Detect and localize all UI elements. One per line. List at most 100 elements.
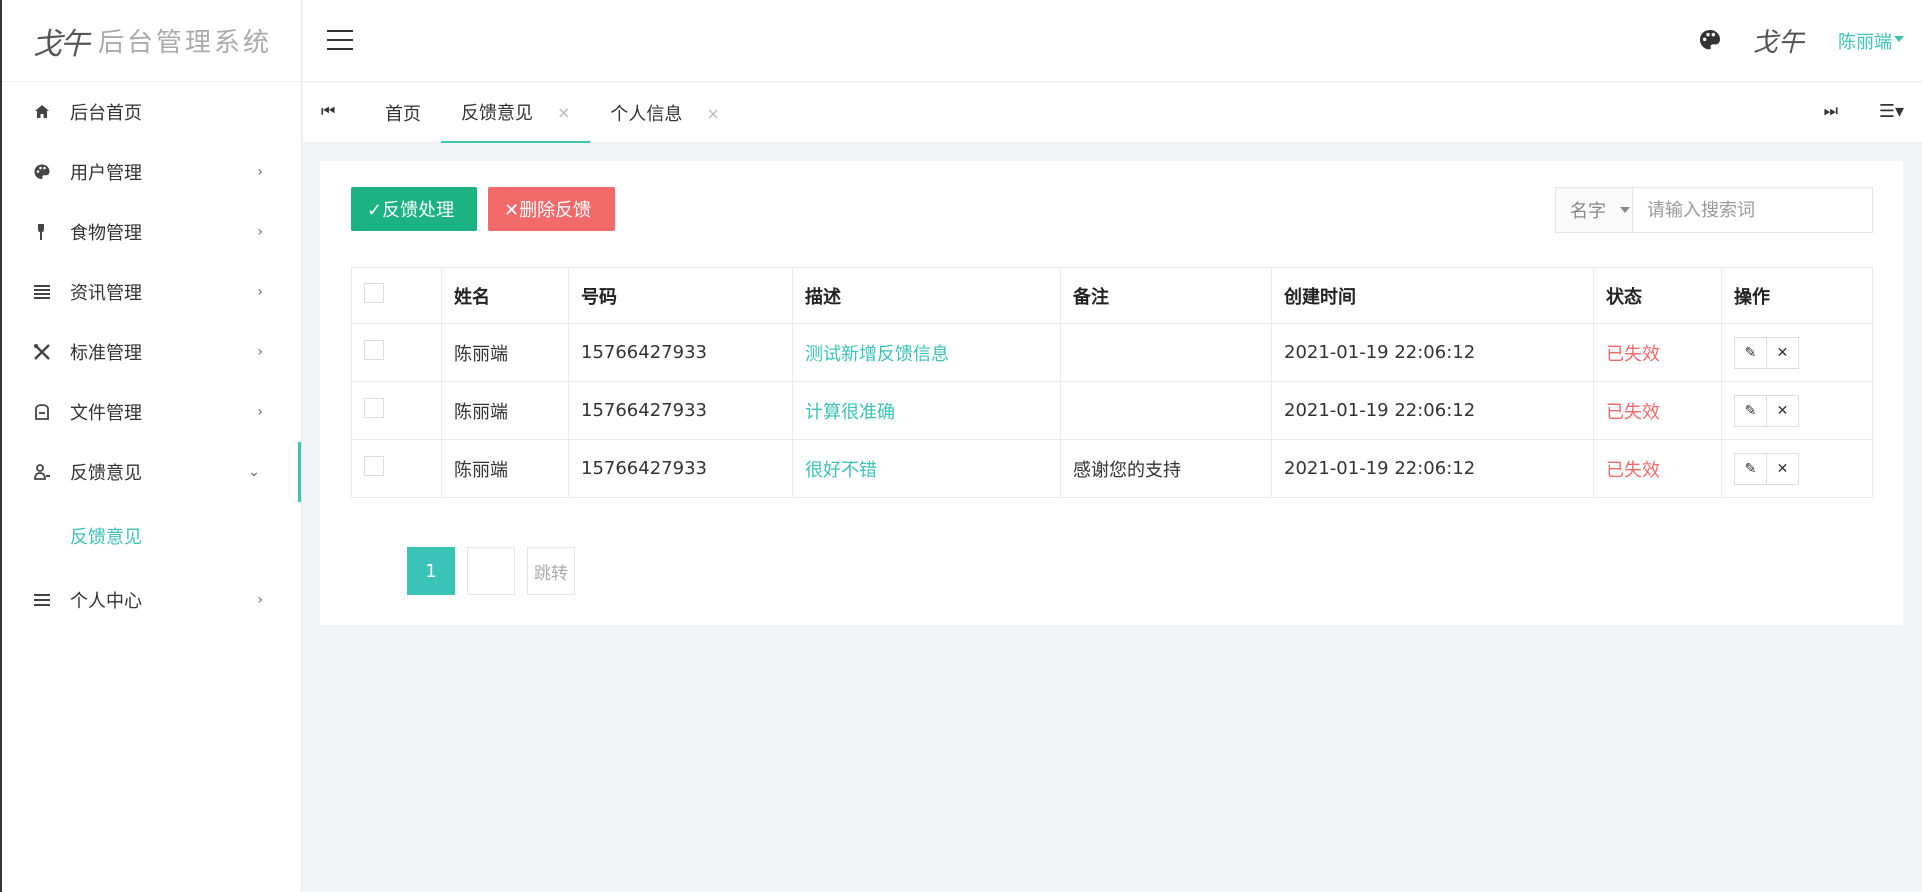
- cell-description-link[interactable]: 计算很准确: [792, 381, 1061, 440]
- tab-home[interactable]: 首页: [365, 83, 441, 143]
- chevron-right-icon: ›: [257, 592, 263, 608]
- logo-title: 后台管理系统: [98, 28, 273, 58]
- cell-created-time: 2021-01-19 22:06:12: [1271, 381, 1594, 440]
- page-jump-button[interactable]: 跳转: [527, 547, 575, 595]
- sidebar: 戈午 后台管理系统 后台首页 用户管理 › 食物管理 › 资讯管理 › 标准管理: [0, 0, 302, 892]
- cell-name: 陈丽端: [441, 381, 569, 440]
- delete-icon[interactable]: ✕: [1766, 394, 1799, 427]
- process-feedback-button[interactable]: ✓反馈处理: [351, 187, 477, 231]
- sidebar-item-label: 文件管理: [70, 403, 142, 424]
- table-row: 陈丽端 15766427933 测试新增反馈信息 2021-01-19 22:0…: [351, 323, 1873, 382]
- cell-name: 陈丽端: [441, 439, 569, 498]
- tools-icon: [32, 342, 52, 362]
- close-icon[interactable]: ×: [706, 104, 719, 123]
- logo: 戈午 后台管理系统: [2, 0, 301, 82]
- cell-created-time: 2021-01-19 22:06:12: [1271, 323, 1594, 382]
- sidebar-item-label: 后台首页: [70, 103, 142, 124]
- palette-icon: [32, 162, 52, 182]
- cell-phone: 15766427933: [568, 323, 793, 382]
- status-badge: 已失效: [1593, 381, 1722, 440]
- sidebar-toggle-icon[interactable]: [327, 30, 353, 50]
- sidebar-item-profile-center[interactable]: 个人中心 ›: [2, 570, 301, 630]
- search-input[interactable]: [1633, 188, 1872, 232]
- delete-feedback-button[interactable]: ✕删除反馈: [488, 187, 615, 231]
- theme-palette-icon[interactable]: [1698, 28, 1722, 52]
- status-badge: 已失效: [1593, 323, 1722, 382]
- row-select-cell: [351, 439, 442, 498]
- row-select-cell: [351, 323, 442, 382]
- row-checkbox[interactable]: [364, 398, 384, 418]
- sidebar-item-files[interactable]: 文件管理 ›: [2, 382, 301, 442]
- tab-scroll-left-icon[interactable]: ⏮: [321, 101, 335, 121]
- submenu-item-feedback[interactable]: 反馈意见: [2, 502, 301, 570]
- sidebar-item-feedback[interactable]: 反馈意见 ⌄: [2, 442, 301, 502]
- search-box: 名字: [1555, 187, 1873, 233]
- sidebar-item-label: 用户管理: [70, 163, 142, 184]
- cell-description-link[interactable]: 测试新增反馈信息: [792, 323, 1061, 382]
- table-header-row: 姓名 号码 描述 备注 创建时间 状态 操作: [351, 267, 1873, 324]
- sidebar-item-standards[interactable]: 标准管理 ›: [2, 322, 301, 382]
- row-select-cell: [351, 381, 442, 440]
- tabs: 首页 反馈意见 × 个人信息 ×: [365, 83, 740, 143]
- pagination: 1 跳转: [407, 547, 575, 595]
- column-header-description: 描述: [792, 267, 1061, 324]
- chevron-right-icon: ›: [257, 284, 263, 300]
- user-dropdown-caret-icon[interactable]: [1894, 36, 1904, 42]
- close-icon[interactable]: ×: [557, 103, 570, 122]
- sidebar-item-label: 反馈意见: [70, 463, 142, 484]
- cell-name: 陈丽端: [441, 323, 569, 382]
- tab-options-menu-icon[interactable]: ☰▾: [1879, 101, 1904, 122]
- sidebar-item-label: 标准管理: [70, 343, 142, 364]
- select-all-checkbox[interactable]: [364, 283, 384, 303]
- edit-icon[interactable]: ✎: [1734, 336, 1767, 369]
- fork-icon: [32, 222, 52, 242]
- page-jump-input[interactable]: [467, 547, 515, 595]
- tab-profile[interactable]: 个人信息 ×: [590, 83, 739, 143]
- tab-label: 个人信息: [610, 104, 683, 125]
- sidebar-item-food[interactable]: 食物管理 ›: [2, 202, 301, 262]
- row-checkbox[interactable]: [364, 456, 384, 476]
- sidebar-item-label: 食物管理: [70, 223, 142, 244]
- tab-label: 首页: [385, 104, 421, 125]
- cell-phone: 15766427933: [568, 381, 793, 440]
- tab-bar: ⏮ 首页 反馈意见 × 个人信息 × ⏭ ☰▾: [303, 83, 1922, 143]
- sidebar-item-dashboard[interactable]: 后台首页: [2, 82, 301, 142]
- column-header-actions: 操作: [1721, 267, 1873, 324]
- avatar[interactable]: 戈午: [1752, 14, 1804, 66]
- cell-actions: ✎ ✕: [1721, 439, 1873, 498]
- cell-phone: 15766427933: [568, 439, 793, 498]
- tab-scroll-right-icon[interactable]: ⏭: [1824, 101, 1838, 121]
- column-header-phone: 号码: [568, 267, 793, 324]
- sidebar-item-label: 个人中心: [70, 591, 142, 612]
- edit-icon[interactable]: ✎: [1734, 394, 1767, 427]
- delete-icon[interactable]: ✕: [1766, 452, 1799, 485]
- logo-mark: 戈午: [32, 26, 90, 62]
- top-header: 戈午 陈丽端: [303, 0, 1922, 82]
- menu-icon: [32, 590, 52, 610]
- cell-note: [1060, 381, 1272, 440]
- chevron-down-icon: ⌄: [248, 464, 260, 480]
- content-card: ✓反馈处理 ✕删除反馈 名字 姓名 号码 描述 备注 创建时间 状态 操作 陈丽…: [320, 161, 1903, 625]
- select-all-cell: [351, 267, 442, 324]
- file-icon: [32, 402, 52, 422]
- cell-created-time: 2021-01-19 22:06:12: [1271, 439, 1594, 498]
- tab-feedback[interactable]: 反馈意见 ×: [441, 83, 591, 143]
- cell-actions: ✎ ✕: [1721, 323, 1873, 382]
- cell-description-link[interactable]: 很好不错: [792, 439, 1061, 498]
- search-field-select[interactable]: 名字: [1556, 188, 1633, 232]
- chevron-right-icon: ›: [257, 224, 263, 240]
- user-name[interactable]: 陈丽端: [1838, 28, 1892, 54]
- chevron-right-icon: ›: [257, 344, 263, 360]
- column-header-created-time: 创建时间: [1271, 267, 1594, 324]
- delete-icon[interactable]: ✕: [1766, 336, 1799, 369]
- page-number-current[interactable]: 1: [407, 547, 455, 595]
- caret-down-icon: [1620, 207, 1630, 213]
- row-checkbox[interactable]: [364, 340, 384, 360]
- list-icon: [32, 282, 52, 302]
- table-row: 陈丽端 15766427933 计算很准确 2021-01-19 22:06:1…: [351, 381, 1873, 440]
- column-header-name: 姓名: [441, 267, 569, 324]
- cell-actions: ✎ ✕: [1721, 381, 1873, 440]
- sidebar-item-news[interactable]: 资讯管理 ›: [2, 262, 301, 322]
- sidebar-item-users[interactable]: 用户管理 ›: [2, 142, 301, 202]
- edit-icon[interactable]: ✎: [1734, 452, 1767, 485]
